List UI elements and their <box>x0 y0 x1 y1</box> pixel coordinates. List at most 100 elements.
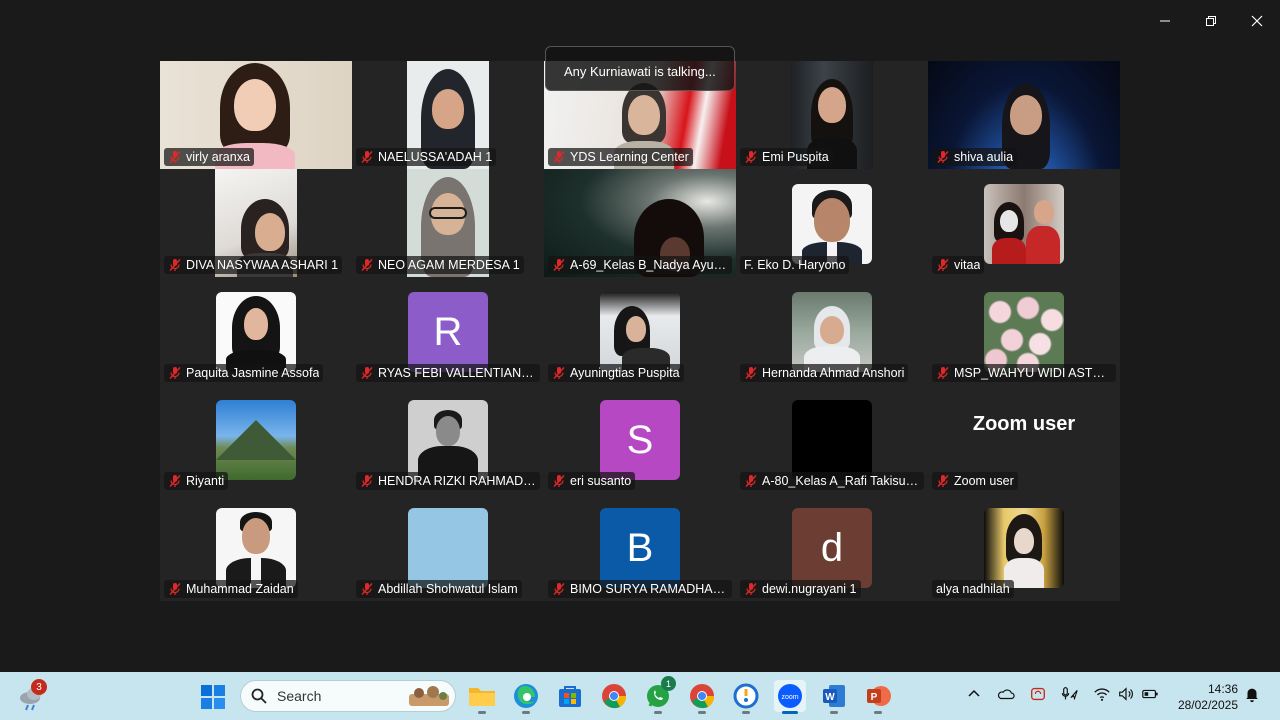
whatsapp-app[interactable]: 1 <box>642 676 676 714</box>
network-tray[interactable] <box>1092 684 1112 704</box>
cloud-icon <box>997 689 1015 700</box>
word-app[interactable]: W <box>818 680 850 714</box>
participant-label: Abdillah Shohwatul Islam <box>356 580 522 598</box>
sync-tray[interactable] <box>1028 684 1048 704</box>
chrome-app[interactable] <box>686 680 718 714</box>
active-speaker-banner: Any Kurniawati is talking... <box>545 46 735 91</box>
participant-name: Abdillah Shohwatul Islam <box>378 582 518 596</box>
vpn-app[interactable] <box>730 680 762 714</box>
participant-label: alya nadhilah <box>932 580 1014 598</box>
participant-name: RYAS FEBI VALLENTIANA PU... <box>378 366 536 380</box>
participant-tile[interactable]: NEO AGAM MERDESA 1 <box>352 169 544 277</box>
participant-display-name: Zoom user <box>972 413 1076 435</box>
participant-tile[interactable]: MSP_WAHYU WIDI ASTUTI <box>928 277 1120 385</box>
microsoft-store-app[interactable] <box>554 680 586 712</box>
participant-label: vitaa <box>932 256 985 274</box>
participant-tile[interactable]: NAELUSSA'ADAH 1 <box>352 61 544 169</box>
participant-avatar: B <box>600 508 680 588</box>
restore-button[interactable] <box>1188 8 1234 34</box>
participant-tile[interactable]: HENDRA RIZKI RAHMADANI... <box>352 385 544 493</box>
chrome-profile-app[interactable] <box>598 680 630 712</box>
volume-tray[interactable] <box>1116 684 1136 704</box>
close-icon <box>1251 15 1263 27</box>
wifi-icon <box>1094 688 1110 701</box>
participant-tile[interactable]: d dewi.nugrayani 1 <box>736 493 928 601</box>
mic-muted-icon <box>937 151 949 163</box>
participant-tile[interactable]: DIVA NASYWAA ASHARI 1 <box>160 169 352 277</box>
mic-muted-icon <box>553 259 565 271</box>
mic-muted-icon <box>553 475 565 487</box>
clock[interactable]: 14:36 28/02/2025 <box>1172 681 1238 713</box>
notification-badge: 3 <box>31 679 47 695</box>
participant-label: NAELUSSA'ADAH 1 <box>356 148 497 166</box>
participant-photo <box>792 184 872 264</box>
mic-muted-icon <box>169 151 181 163</box>
participant-avatar: d <box>792 508 872 588</box>
participant-tile[interactable]: Muhammad Zaidan <box>160 493 352 601</box>
powerpoint-app[interactable]: P <box>862 680 894 714</box>
participant-label: NEO AGAM MERDESA 1 <box>356 256 524 274</box>
svg-text:zoom: zoom <box>781 694 798 701</box>
participant-name: shiva aulia <box>954 150 1014 164</box>
participant-tile[interactable]: Emi Puspita <box>736 61 928 169</box>
search-input[interactable] <box>277 688 387 704</box>
mic-muted-icon <box>361 475 373 487</box>
mic-muted-icon <box>169 367 181 379</box>
windows-taskbar: 3 1 zoom W P <box>0 672 1280 720</box>
participant-name: vitaa <box>954 258 981 272</box>
mic-muted-icon <box>169 583 181 595</box>
minimize-button[interactable] <box>1142 8 1188 34</box>
zoom-app[interactable]: zoom <box>774 680 806 714</box>
participant-tile[interactable]: shiva aulia <box>928 61 1120 169</box>
participant-label: Emi Puspita <box>740 148 833 166</box>
location-mic-tray[interactable] <box>1060 684 1080 704</box>
onedrive-tray[interactable] <box>996 684 1016 704</box>
participant-tile[interactable]: alya nadhilah <box>928 493 1120 601</box>
participant-tile[interactable]: virly aranxa <box>160 61 352 169</box>
participant-name: A-69_Kelas B_Nadya Ayu Gi... <box>570 258 728 272</box>
participant-name: Paquita Jasmine Assofa <box>186 366 320 380</box>
participant-tile[interactable]: Ayuningtias Puspita <box>544 277 736 385</box>
participant-label: Zoom user <box>932 472 1018 490</box>
participant-tile[interactable]: Paquita Jasmine Assofa <box>160 277 352 385</box>
participant-tile[interactable]: A-80_Kelas A_Rafi Takisuza... <box>736 385 928 493</box>
participant-tile[interactable]: B BIMO SURYA RAMADHANA 1 <box>544 493 736 601</box>
start-button[interactable] <box>200 684 226 710</box>
show-hidden-icons-button[interactable] <box>964 684 984 704</box>
participant-tile[interactable]: Zoom user Zoom user <box>928 385 1120 493</box>
file-explorer-app[interactable] <box>466 680 498 714</box>
zoom-icon: zoom <box>778 684 802 708</box>
participant-name: F. Eko D. Haryono <box>744 258 846 272</box>
battery-tray[interactable] <box>1140 684 1160 704</box>
participant-name: eri susanto <box>570 474 632 488</box>
participant-tile[interactable]: A-69_Kelas B_Nadya Ayu Gi... <box>544 169 736 277</box>
powerpoint-icon: P <box>867 686 891 706</box>
participant-tile[interactable]: Riyanti <box>160 385 352 493</box>
participant-tile[interactable]: F. Eko D. Haryono <box>736 169 928 277</box>
participant-label: YDS Learning Center <box>548 148 693 166</box>
clock-date: 28/02/2025 <box>1177 698 1238 712</box>
bell-icon <box>1246 688 1258 703</box>
taskbar-search-box[interactable] <box>240 680 456 712</box>
close-button[interactable] <box>1234 8 1280 34</box>
participant-label: A-69_Kelas B_Nadya Ayu Gi... <box>548 256 732 274</box>
mic-muted-icon <box>361 259 373 271</box>
participant-name: Zoom user <box>954 474 1014 488</box>
mic-muted-icon <box>553 151 565 163</box>
participant-label: Muhammad Zaidan <box>164 580 298 598</box>
running-indicator <box>782 711 798 714</box>
running-indicator <box>654 711 662 714</box>
participant-photo <box>792 400 872 480</box>
mic-muted-icon <box>169 475 181 487</box>
mic-muted-icon <box>937 259 949 271</box>
participant-tile[interactable]: S eri susanto <box>544 385 736 493</box>
notifications-button[interactable] <box>1242 684 1262 704</box>
folder-icon <box>469 688 495 706</box>
edge-browser-app[interactable] <box>510 680 542 714</box>
participant-tile[interactable]: Hernanda Ahmad Anshori <box>736 277 928 385</box>
participant-tile[interactable]: vitaa <box>928 169 1120 277</box>
participant-tile[interactable]: Abdillah Shohwatul Islam <box>352 493 544 601</box>
participant-name: Ayuningtias Puspita <box>570 366 680 380</box>
mic-muted-icon <box>745 367 757 379</box>
participant-tile[interactable]: R RYAS FEBI VALLENTIANA PU... <box>352 277 544 385</box>
